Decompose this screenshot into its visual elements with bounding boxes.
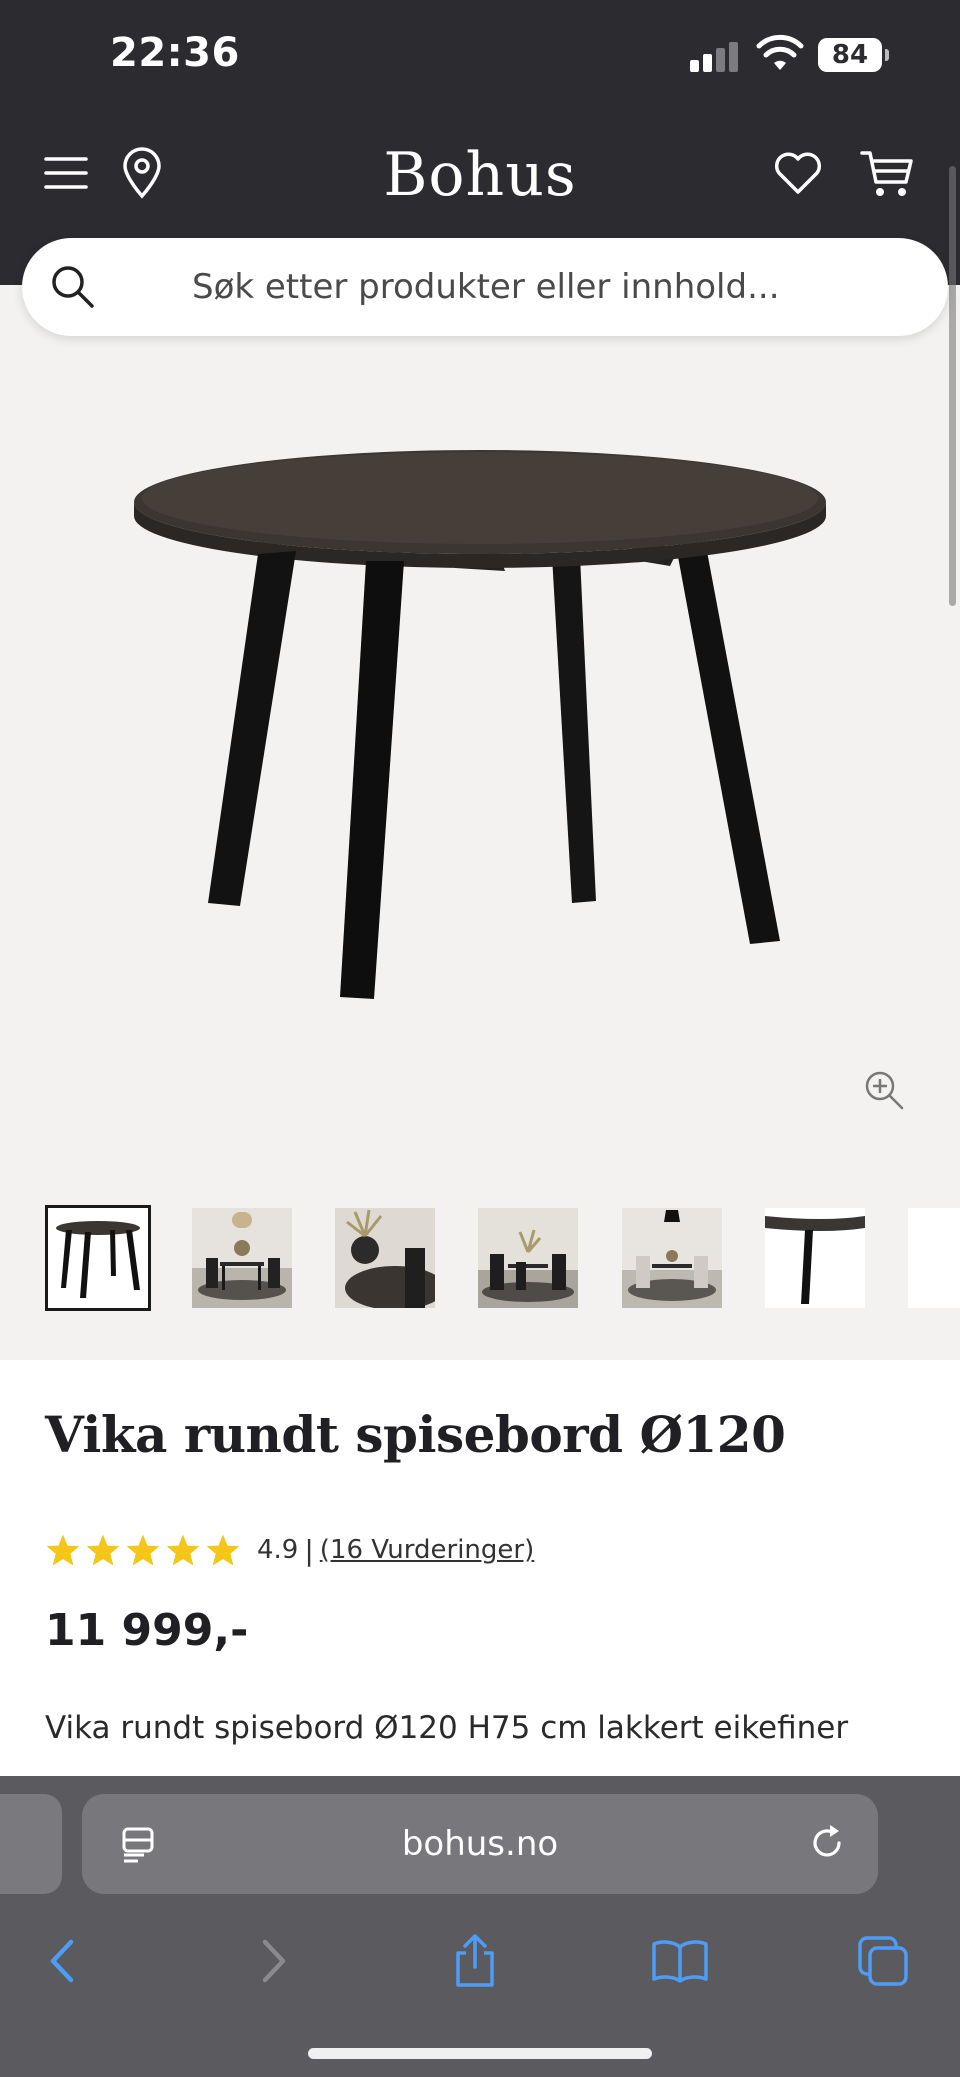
thumbnail-1[interactable] [45, 1205, 151, 1311]
thumbnail-4[interactable] [478, 1208, 578, 1308]
reviews-link[interactable]: (16 Vurderinger) [320, 1535, 534, 1565]
battery-icon: 84 [818, 38, 889, 72]
tabs-icon[interactable] [848, 1926, 918, 1996]
search-icon [52, 266, 94, 308]
thumbnail-3[interactable] [335, 1208, 435, 1308]
table-image [134, 450, 826, 999]
rating-stars [45, 1533, 241, 1567]
wifi-icon [756, 34, 804, 70]
product-description: Vika rundt spisebord Ø120 H75 cm lakkert… [45, 1710, 849, 1746]
star-icon [86, 1534, 120, 1566]
back-icon[interactable] [28, 1926, 98, 1996]
rating-separator: | [304, 1533, 314, 1567]
signal-icon [690, 40, 740, 72]
url-text: bohus.no [401, 1824, 559, 1864]
forward-icon [238, 1926, 308, 1996]
address-bar[interactable]: bohus.no [82, 1794, 878, 1894]
share-icon[interactable] [440, 1926, 510, 1996]
thumbnail-2[interactable] [192, 1208, 292, 1308]
bookmarks-icon[interactable] [645, 1926, 715, 1996]
browser-toolbar [0, 1916, 960, 2006]
scroll-indicator [949, 166, 956, 606]
product-info: Vika rundt spisebord Ø120 4.9 | (16 Vurd… [0, 1360, 960, 1780]
browser-chrome: bohus.no [0, 1776, 960, 2077]
cart-icon[interactable] [857, 143, 917, 203]
search-input[interactable] [192, 260, 892, 314]
status-time: 22:36 [110, 30, 240, 76]
rating-score: 4.9 [257, 1535, 299, 1565]
star-icon [126, 1534, 160, 1566]
reload-icon[interactable] [806, 1822, 848, 1864]
thumbnail-strip [0, 1205, 960, 1320]
star-icon [166, 1534, 200, 1566]
product-rating: 4.9 | (16 Vurderinger) [45, 1530, 534, 1570]
previous-tab-peek[interactable] [0, 1794, 62, 1894]
search-bar[interactable] [22, 238, 948, 336]
thumbnail-7[interactable] [908, 1208, 960, 1308]
star-icon [46, 1534, 80, 1566]
heart-icon[interactable] [768, 143, 828, 203]
status-bar: 22:36 84 [0, 0, 960, 110]
thumbnail-5[interactable] [622, 1208, 722, 1308]
home-indicator [308, 2048, 652, 2059]
zoom-in-icon[interactable] [862, 1068, 906, 1112]
product-title: Vika rundt spisebord Ø120 [45, 1405, 786, 1464]
star-icon [206, 1534, 240, 1566]
product-price: 11 999,- [45, 1605, 249, 1656]
thumbnail-6[interactable] [765, 1208, 865, 1308]
